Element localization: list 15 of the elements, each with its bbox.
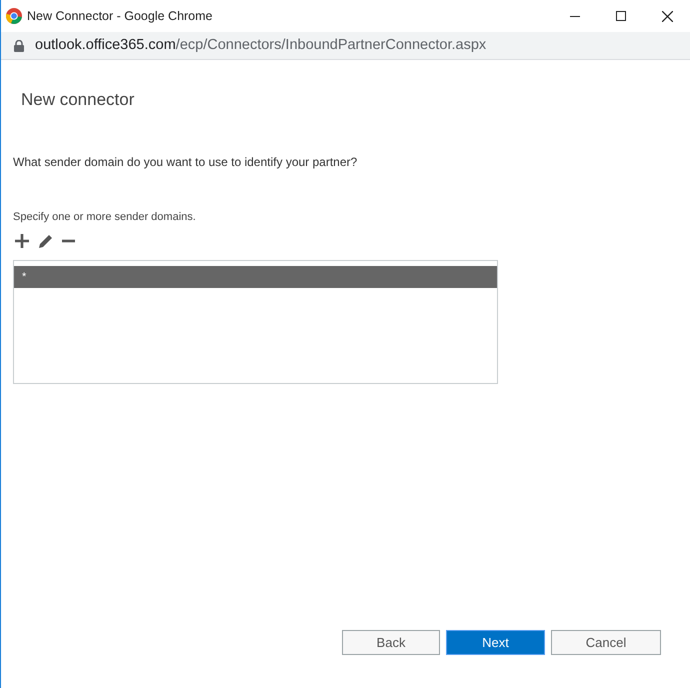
maximize-icon (616, 11, 626, 21)
back-button[interactable]: Back (342, 630, 440, 655)
lock-icon (14, 40, 24, 52)
instruction-text: Specify one or more sender domains. (13, 210, 197, 224)
next-button[interactable]: Next (446, 630, 545, 655)
url-text[interactable]: outlook.office365.com/ecp/Connectors/InboundPartnerConnector.aspx (35, 34, 486, 56)
chrome-logo-icon (6, 8, 22, 24)
close-icon (662, 10, 672, 22)
dialog-heading: New connector (21, 89, 136, 111)
cancel-button[interactable]: Cancel (551, 630, 661, 655)
question-text: What sender domain do you want to use to identify your partner? (13, 154, 358, 170)
pencil-icon[interactable] (37, 232, 54, 250)
add-icon[interactable] (14, 233, 30, 249)
domain-row[interactable]: * (14, 266, 497, 288)
window-title: New Connector - Google Chrome (27, 8, 212, 25)
